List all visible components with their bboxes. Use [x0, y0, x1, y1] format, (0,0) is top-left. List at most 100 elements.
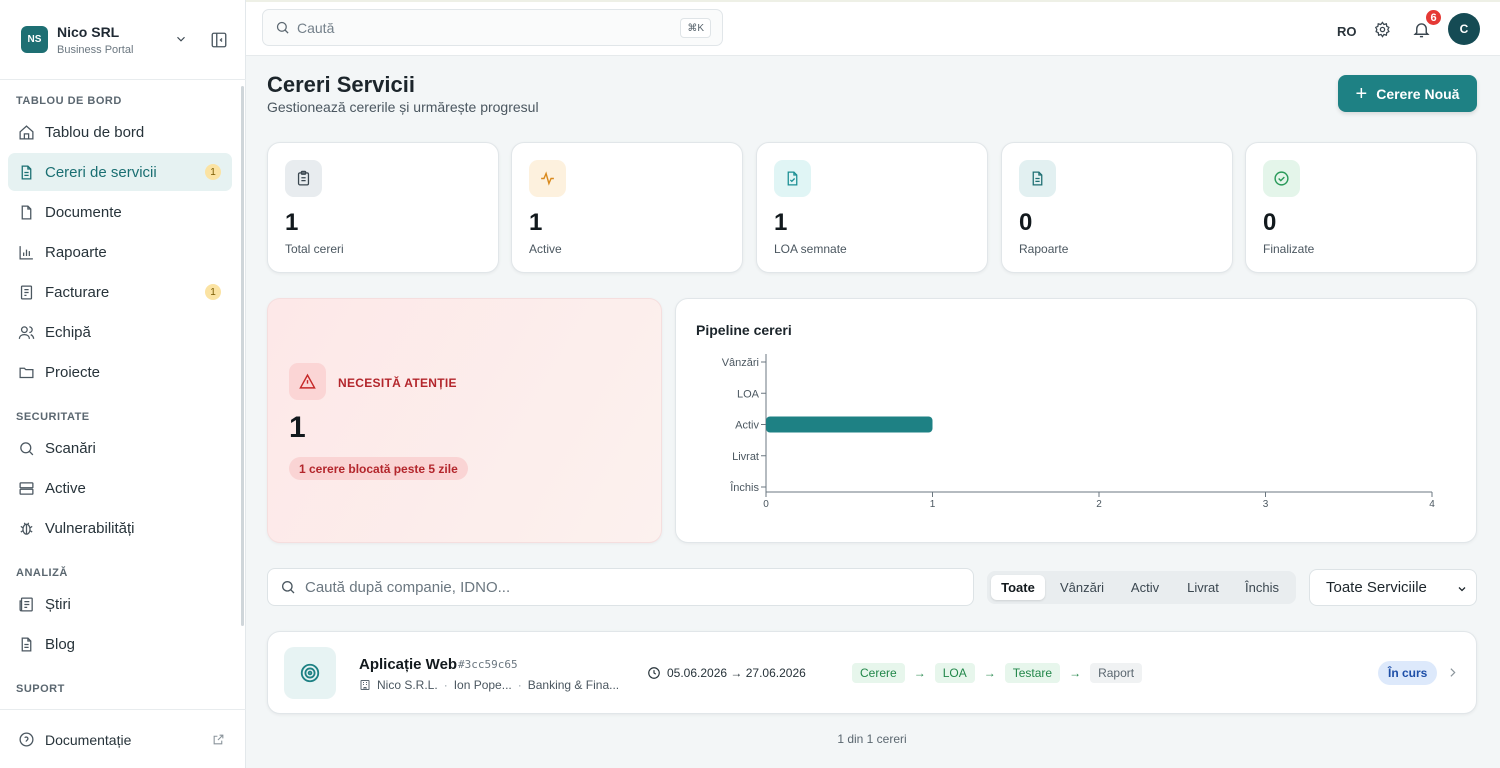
request-row[interactable]: Aplicație Web #3cc59c65 Nico S.R.L. · Io…: [267, 631, 1477, 714]
brand-subtitle: Business Portal: [57, 44, 134, 56]
sidebar-item-label: Rapoarte: [45, 243, 107, 261]
sidebar-item-news[interactable]: Știri: [8, 585, 232, 623]
stat-label: Finalizate: [1263, 242, 1315, 256]
request-progress-steps: Cerere → LOA → Testare → Raport: [852, 663, 1143, 683]
brand-logo: NS: [21, 26, 48, 53]
brand-name: Nico SRL: [57, 24, 120, 40]
activity-icon: [541, 171, 554, 186]
x-tick-label: 1: [930, 499, 936, 510]
stat-icon-bg: [1263, 160, 1300, 197]
chevron-down-icon[interactable]: [174, 32, 188, 46]
step-loa: LOA: [934, 663, 975, 683]
sidebar-item-scans[interactable]: Scanări: [8, 429, 232, 467]
step-report: Raport: [1090, 663, 1143, 683]
language-switcher[interactable]: RO: [1337, 24, 1357, 39]
plus-icon: +: [1355, 82, 1368, 105]
bar-chart-icon: [19, 245, 33, 260]
arrow-right-icon: →: [913, 666, 926, 680]
target-icon: [300, 663, 320, 683]
sidebar-item-dashboard[interactable]: Tablou de bord: [8, 113, 232, 151]
notification-count-badge: 6: [1424, 8, 1443, 27]
tab-all[interactable]: Toate: [991, 575, 1045, 600]
stat-card-active[interactable]: 1 Active: [511, 142, 743, 273]
bar-Activ: [766, 416, 933, 433]
collapse-sidebar-icon[interactable]: [210, 31, 228, 49]
tab-sales[interactable]: Vânzări: [1051, 575, 1113, 600]
chevron-right-icon[interactable]: [1446, 666, 1459, 679]
y-tick-label: Închis: [729, 481, 759, 494]
attention-icon-bg: [289, 363, 326, 400]
chevron-down-icon: [1458, 587, 1466, 592]
stat-card-loa-signed[interactable]: 1 LOA semnate: [756, 142, 988, 273]
search-icon: [20, 441, 34, 455]
stat-card-completed[interactable]: 0 Finalizate: [1245, 142, 1477, 273]
sidebar-item-label: Documente: [45, 203, 122, 221]
gear-icon[interactable]: [1374, 21, 1391, 38]
request-icon-bg: [284, 647, 336, 699]
section-title-dashboard: TABLOU DE BORD: [16, 95, 122, 107]
y-tick-label: Livrat: [732, 451, 759, 463]
stat-value: 1: [285, 209, 299, 236]
attention-value: 1: [289, 411, 306, 444]
page-title: Cereri Servicii: [267, 72, 415, 97]
stat-value: 0: [1019, 209, 1033, 236]
sidebar-item-projects[interactable]: Proiecte: [8, 353, 232, 391]
sidebar-item-documents[interactable]: Documente: [8, 193, 232, 231]
attention-card[interactable]: NECESITĂ ATENȚIE 1 1 cerere blocată pest…: [267, 298, 662, 543]
sidebar: NS Nico SRL Business Portal TABLOU DE BO…: [0, 0, 246, 768]
sidebar-item-reports[interactable]: Rapoarte: [8, 233, 232, 271]
x-tick-label: 4: [1429, 499, 1435, 510]
sidebar-item-assets[interactable]: Active: [8, 469, 232, 507]
request-id: #3cc59c65: [458, 658, 518, 671]
sidebar-scrollbar[interactable]: [241, 86, 244, 626]
search-icon: [282, 581, 295, 594]
sidebar-item-label: Scanări: [45, 439, 96, 457]
request-dates: 05.06.2026 → 27.06.2026: [647, 666, 806, 680]
stat-icon-bg: [1019, 160, 1056, 197]
section-title-analysis: ANALIZĂ: [16, 567, 68, 579]
building-icon: [360, 680, 370, 690]
sidebar-item-blog[interactable]: Blog: [8, 625, 232, 663]
stat-value: 1: [774, 209, 788, 236]
file-text-icon: [1032, 171, 1043, 186]
nav-count-badge: 1: [205, 284, 221, 300]
step-testing: Testare: [1004, 663, 1061, 683]
invoice-icon: [20, 284, 33, 300]
service-select[interactable]: Toate Serviciile: [1309, 569, 1477, 606]
shortcut-hint: ⌘K: [680, 18, 711, 38]
external-link-icon[interactable]: [212, 733, 225, 746]
global-search-input[interactable]: Caută ⌘K: [262, 9, 723, 46]
sidebar-item-service-requests[interactable]: Cereri de servicii 1: [8, 153, 232, 191]
tab-active[interactable]: Activ: [1119, 575, 1171, 600]
sidebar-item-label: Blog: [45, 635, 76, 653]
stat-card-total[interactable]: 1 Total cereri: [267, 142, 499, 273]
sidebar-item-label: Active: [45, 479, 86, 497]
documentation-link[interactable]: Documentație: [18, 731, 131, 748]
home-icon: [19, 124, 34, 140]
top-bar: Caută ⌘K RO 6 C: [246, 0, 1500, 56]
stat-card-reports[interactable]: 0 Rapoarte: [1001, 142, 1233, 273]
sidebar-footer: Documentație: [0, 709, 246, 768]
request-search-input[interactable]: Caută după companie, IDNO...: [267, 568, 974, 606]
x-tick-label: 2: [1096, 499, 1102, 510]
new-request-button[interactable]: + Cerere Nouă: [1338, 75, 1477, 112]
sidebar-item-team[interactable]: Echipă: [8, 313, 232, 351]
stat-icon-bg: [774, 160, 811, 197]
x-tick-label: 3: [1263, 499, 1269, 510]
brand-header[interactable]: NS Nico SRL Business Portal: [0, 0, 246, 80]
check-circle-icon: [1274, 171, 1289, 186]
sidebar-item-vulnerabilities[interactable]: Vulnerabilități: [8, 509, 232, 547]
status-badge: În curs: [1378, 661, 1438, 685]
document-icon: [21, 204, 32, 220]
tab-closed[interactable]: Închis: [1235, 575, 1289, 600]
attention-note: 1 cerere blocată peste 5 zile: [289, 457, 468, 480]
tab-delivered[interactable]: Livrat: [1177, 575, 1229, 600]
stat-label: Total cereri: [285, 242, 344, 256]
clock-icon: [648, 667, 660, 679]
user-avatar[interactable]: C: [1448, 13, 1480, 45]
pipeline-chart-card: Pipeline cereri Vânzări LOA Activ Livrat Înc…: [675, 298, 1477, 543]
request-person: Ion Pope...: [453, 678, 512, 692]
sidebar-item-billing[interactable]: Facturare 1: [8, 273, 232, 311]
request-industry: Banking & Fina...: [527, 678, 620, 692]
help-circle-icon: [19, 732, 34, 747]
